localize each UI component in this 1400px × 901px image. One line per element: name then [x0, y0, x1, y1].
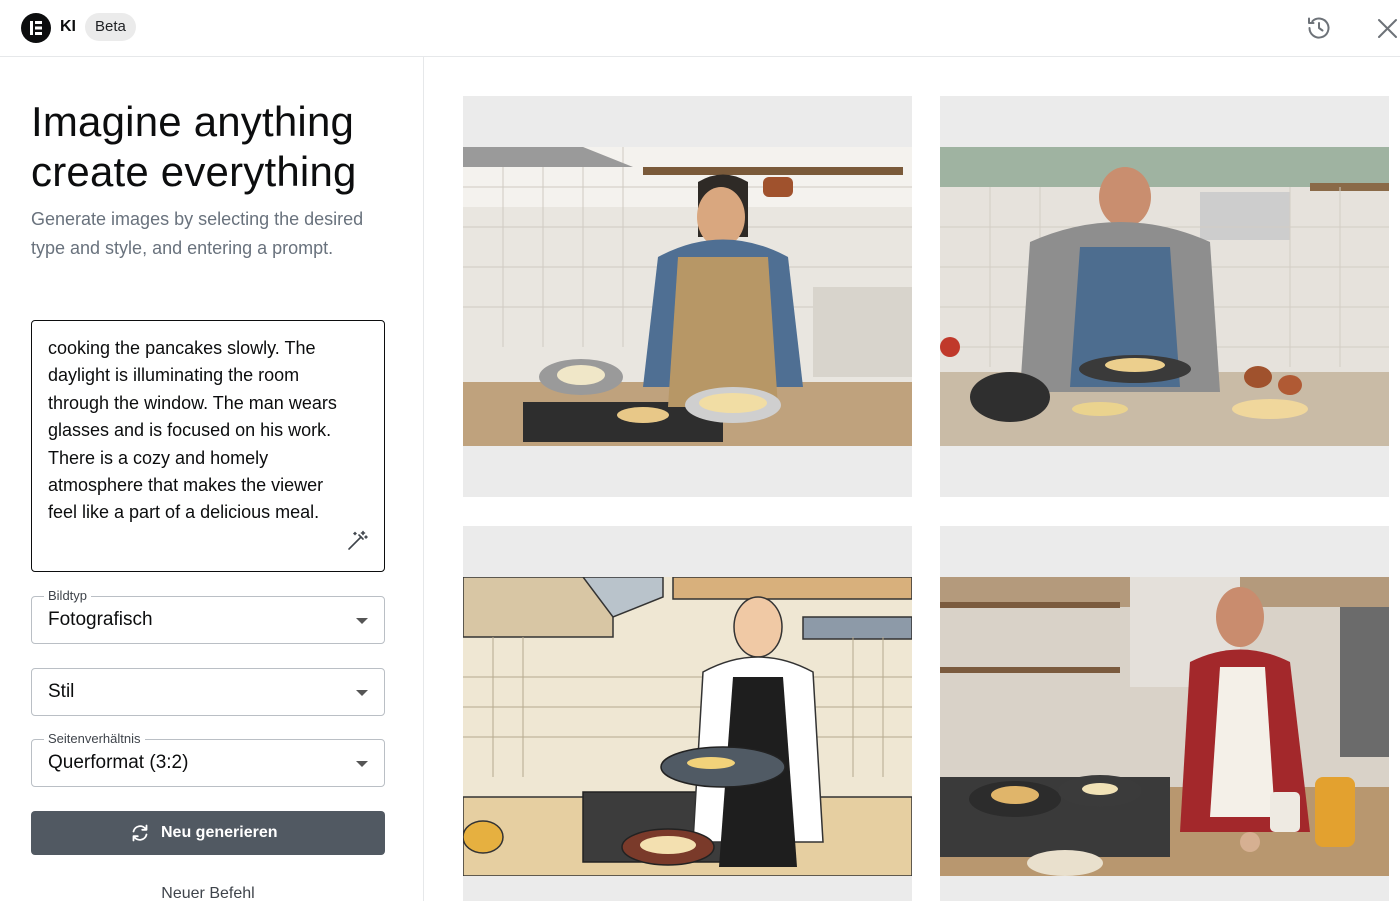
- regenerate-button[interactable]: Neu generieren: [31, 811, 385, 855]
- chevron-down-icon: [356, 618, 368, 624]
- generated-image-card[interactable]: [940, 96, 1389, 497]
- regenerate-label: Neu generieren: [161, 824, 278, 841]
- image-type-value: Fotografisch: [48, 609, 153, 630]
- prompt-panel: Imagine anything create everything Gener…: [0, 57, 424, 901]
- style-select[interactable]: Stil: [31, 668, 385, 716]
- top-bar: KI Beta: [0, 0, 1400, 57]
- close-icon[interactable]: [1375, 16, 1400, 41]
- elementor-logo-icon: [21, 13, 51, 43]
- style-value: Stil: [48, 681, 75, 702]
- image-type-label: Bildtyp: [44, 588, 92, 604]
- refresh-icon: [130, 823, 150, 843]
- page-title: Imagine anything create everything: [31, 97, 401, 197]
- image-type-select[interactable]: Bildtyp Fotografisch: [31, 588, 385, 644]
- title-line-1: Imagine anything: [31, 98, 355, 145]
- generated-image[interactable]: [463, 147, 912, 446]
- app-name: KI: [60, 18, 76, 35]
- generated-image[interactable]: [463, 577, 912, 876]
- new-command-link[interactable]: Neuer Befehl: [31, 885, 385, 901]
- aspect-ratio-value: Querformat (3:2): [48, 752, 189, 773]
- title-line-2: create everything: [31, 148, 357, 195]
- aspect-ratio-label: Seitenverhältnis: [44, 731, 145, 747]
- page-subtitle: Generate images by selecting the desired…: [31, 209, 364, 258]
- generated-image-card[interactable]: [940, 526, 1389, 901]
- generated-image-card[interactable]: [463, 526, 912, 901]
- generated-image[interactable]: [940, 577, 1389, 876]
- history-icon[interactable]: [1305, 14, 1333, 42]
- generated-image-card[interactable]: [463, 96, 912, 497]
- prompt-text[interactable]: cooking the pancakes slowly. The dayligh…: [48, 335, 348, 527]
- prompt-textarea[interactable]: cooking the pancakes slowly. The dayligh…: [31, 320, 385, 572]
- chevron-down-icon: [356, 690, 368, 696]
- beta-badge: Beta: [85, 13, 136, 41]
- magic-wand-icon[interactable]: [345, 529, 369, 553]
- generated-image[interactable]: [940, 147, 1389, 446]
- aspect-ratio-select[interactable]: Seitenverhältnis Querformat (3:2): [31, 731, 385, 787]
- chevron-down-icon: [356, 761, 368, 767]
